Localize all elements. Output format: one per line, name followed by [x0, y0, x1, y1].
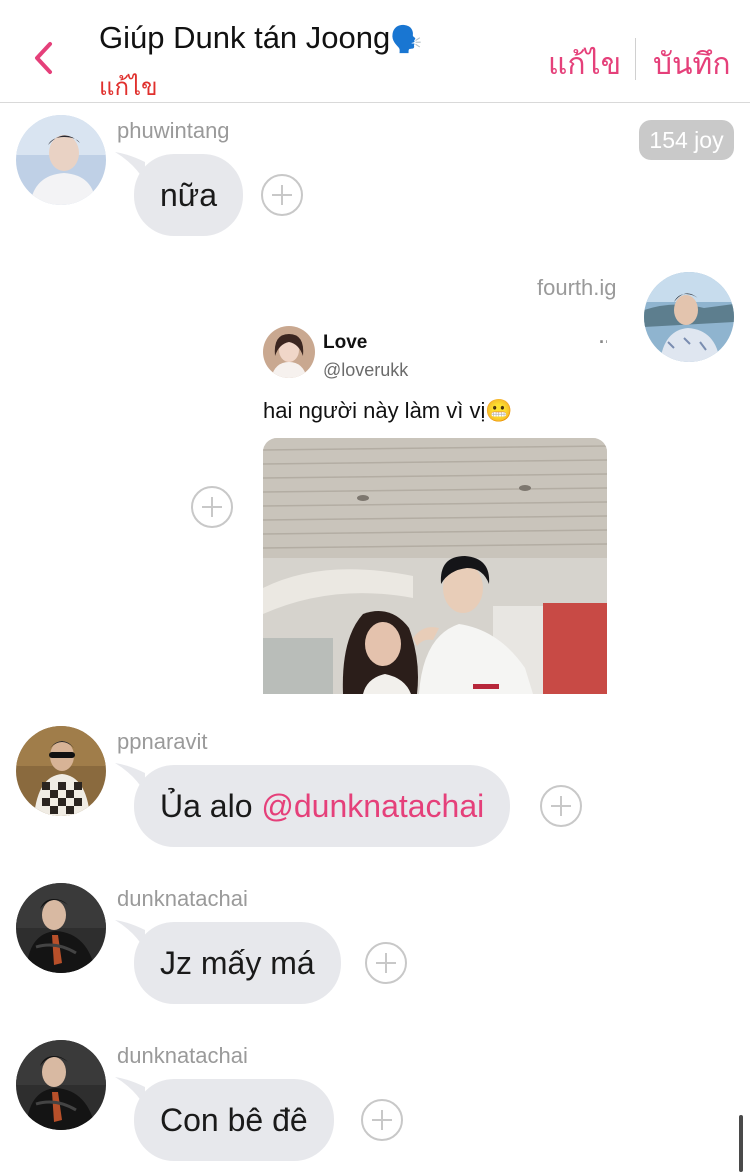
- tweet-author-avatar: [263, 326, 315, 378]
- add-reaction-icon[interactable]: [365, 942, 407, 984]
- username[interactable]: ppnaravit: [117, 729, 208, 755]
- username[interactable]: fourth.ig: [537, 275, 617, 301]
- joy-badge: 154 joy: [639, 120, 734, 160]
- chevron-left-icon[interactable]: [28, 38, 62, 78]
- scrollbar[interactable]: [739, 1115, 743, 1172]
- avatar-photo-phuwintang: [16, 115, 106, 205]
- chat-subtitle[interactable]: แก้ไข: [99, 67, 157, 106]
- chat-title-text: Giúp Dunk tán Joong: [99, 20, 391, 55]
- chat-header: Giúp Dunk tán Joong🗣️ แก้ไข แก้ไข บันทึก: [0, 0, 750, 103]
- embedded-tweet[interactable]: Love @loverukk ··· hai người này làm vì …: [263, 322, 607, 694]
- message-bubble[interactable]: nữa: [134, 154, 244, 236]
- message-bubble[interactable]: Ủa alo @dunknatachai: [134, 765, 511, 847]
- message-bubble[interactable]: Jz mấy má: [134, 922, 341, 1004]
- avatar[interactable]: [16, 883, 106, 973]
- username[interactable]: phuwintang: [117, 118, 230, 144]
- message-text: Ủa alo: [160, 788, 262, 824]
- avatar[interactable]: [644, 272, 734, 362]
- save-button[interactable]: บันทึก: [653, 41, 731, 88]
- more-options-icon[interactable]: ···: [599, 332, 607, 353]
- avatar-photo-fourth: [644, 272, 734, 362]
- speaking-head-emoji: 🗣️: [390, 24, 423, 54]
- avatar[interactable]: [16, 1040, 106, 1130]
- add-reaction-icon[interactable]: [261, 174, 303, 216]
- mention-link[interactable]: @dunknatachai: [261, 788, 484, 824]
- add-reaction-icon[interactable]: [191, 486, 233, 528]
- header-divider: [635, 38, 636, 80]
- avatar-photo-dunknatachai: [16, 883, 106, 973]
- username[interactable]: dunknatachai: [117, 1043, 248, 1069]
- tweet-text: hai người này làm vì vị😬: [263, 398, 513, 423]
- tweet-author-name: Love: [323, 332, 368, 353]
- tweet-photo[interactable]: [263, 438, 607, 694]
- tweet-author-handle: @loverukk: [323, 360, 409, 380]
- message-bubble[interactable]: Con bê đê: [134, 1079, 334, 1161]
- add-reaction-icon[interactable]: [540, 785, 582, 827]
- avatar[interactable]: [16, 115, 106, 205]
- username[interactable]: dunknatachai: [117, 886, 248, 912]
- avatar-photo-ppnaravit: [16, 726, 106, 816]
- add-reaction-icon[interactable]: [361, 1099, 403, 1141]
- edit-button[interactable]: แก้ไข: [548, 41, 621, 88]
- avatar-photo-dunknatachai: [16, 1040, 106, 1130]
- chat-title: Giúp Dunk tán Joong🗣️: [99, 20, 423, 56]
- avatar[interactable]: [16, 726, 106, 816]
